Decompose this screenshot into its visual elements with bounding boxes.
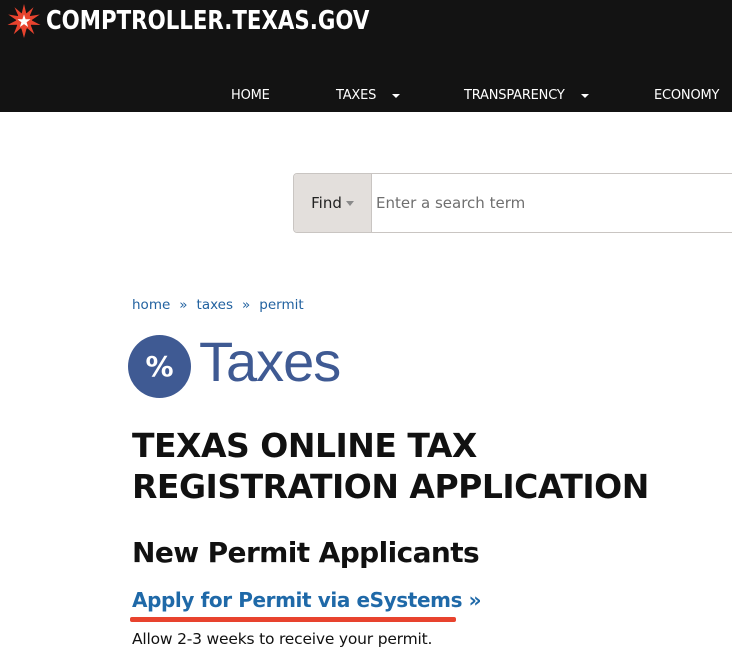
breadcrumb: home » taxes » permit (132, 297, 304, 313)
nav-item-taxes[interactable]: TAXES (336, 88, 401, 103)
breadcrumb-separator: » (242, 297, 251, 313)
site-header: COMPTROLLER.TEXAS.GOV HOME TAXES TRANSPA… (0, 0, 732, 112)
caret-down-icon (345, 201, 354, 206)
nav-label: ECONOMY (654, 88, 720, 103)
search-bar: Find (293, 173, 732, 233)
breadcrumb-separator: » (179, 297, 188, 313)
search-input[interactable] (372, 174, 732, 232)
apply-permit-link[interactable]: Apply for Permit via eSystems » (132, 588, 482, 612)
permit-timeframe-text: Allow 2-3 weeks to receive your permit. (132, 630, 433, 648)
site-logo[interactable]: COMPTROLLER.TEXAS.GOV (6, 3, 440, 39)
breadcrumb-home[interactable]: home (132, 297, 170, 313)
starburst-icon (7, 4, 41, 38)
section-title: Taxes (199, 329, 341, 393)
nav-item-home[interactable]: HOME (231, 88, 270, 103)
find-label: Find (311, 194, 342, 212)
find-dropdown-button[interactable]: Find (294, 174, 372, 232)
logo-text: COMPTROLLER.TEXAS.GOV (46, 6, 370, 36)
page-title: TEXAS ONLINE TAX REGISTRATION APPLICATIO… (132, 426, 649, 506)
nav-label: TAXES (336, 88, 377, 103)
percent-symbol: % (145, 350, 174, 383)
section-brand: % Taxes (128, 329, 341, 398)
annotation-underline (130, 617, 456, 622)
nav-label: TRANSPARENCY (464, 88, 565, 103)
nav-item-economy[interactable]: ECONOMY (654, 88, 719, 103)
breadcrumb-permit[interactable]: permit (259, 297, 303, 313)
main-nav: HOME TAXES TRANSPARENCY ECONOMY (0, 80, 732, 112)
percent-icon: % (128, 335, 191, 398)
nav-item-transparency[interactable]: TRANSPARENCY (464, 88, 589, 103)
caret-down-icon[interactable] (392, 94, 401, 98)
caret-down-icon[interactable] (580, 94, 589, 98)
nav-label: HOME (231, 88, 270, 103)
new-permit-heading: New Permit Applicants (132, 536, 480, 569)
breadcrumb-taxes[interactable]: taxes (197, 297, 233, 313)
